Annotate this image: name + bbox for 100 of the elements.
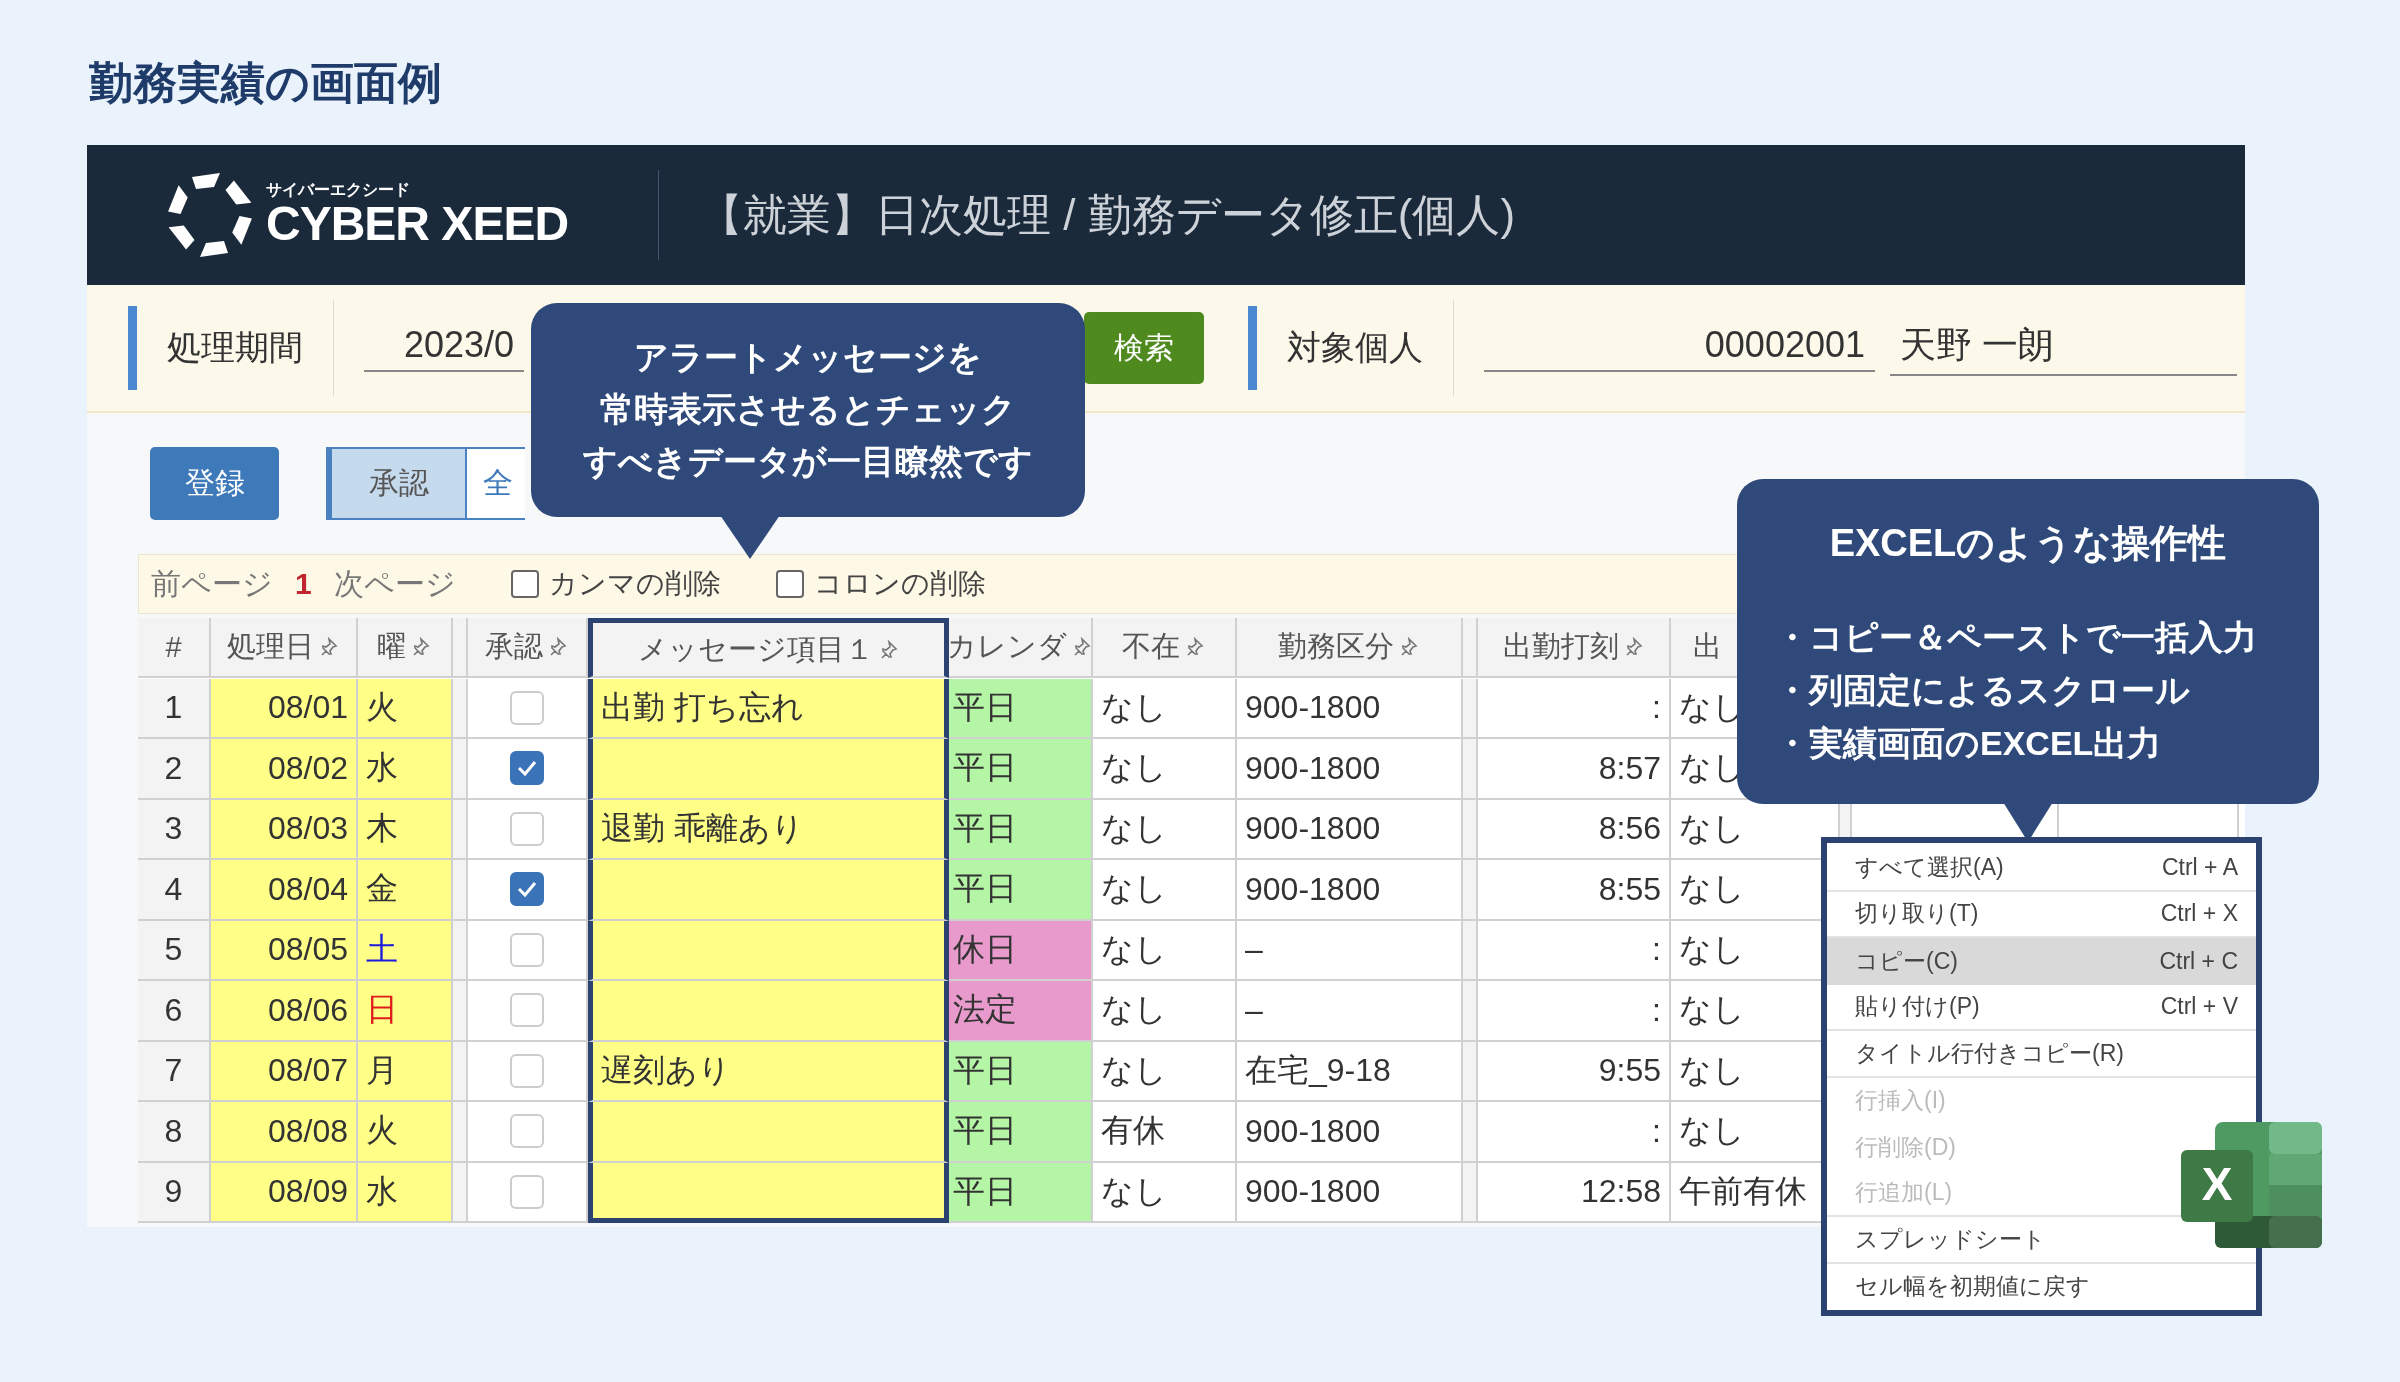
employee-id-field[interactable]: 00002001 xyxy=(1484,324,1875,372)
tab[interactable]: 承認 xyxy=(332,449,467,518)
table-cell: 08/05 xyxy=(211,920,358,981)
menu-item[interactable]: すべて選択(A) Ctrl + A xyxy=(1827,845,2256,890)
table-cell: 8 xyxy=(138,1102,211,1163)
table-cell: 4 xyxy=(138,860,211,921)
table-cell: 9:55 xyxy=(1478,1041,1671,1102)
table-cell: 9 xyxy=(138,1162,211,1223)
table-cell: 08/07 xyxy=(211,1041,358,1102)
menu-item: 行削除(D) xyxy=(1854,1132,1957,1162)
checkbox[interactable] xyxy=(775,570,804,598)
search-button[interactable]: 検索 xyxy=(1084,312,1204,384)
period-field[interactable]: 2023/0 xyxy=(364,324,524,372)
table-cell: 法定 xyxy=(949,981,1093,1042)
header-label: 出勤打刻 xyxy=(1502,629,1619,664)
table-cell: 5 xyxy=(138,920,211,981)
table-cell: 休日 xyxy=(949,920,1093,981)
table-cell: 3 xyxy=(138,799,211,860)
employee-name-field[interactable]: 天野 一朗 xyxy=(1890,320,2237,376)
table-cell: 08/01 xyxy=(211,678,358,739)
table-cell: 1 xyxy=(138,678,211,739)
callout-text: ・コピー＆ペーストで一括入力 xyxy=(1775,617,2258,658)
table-cell: 6 xyxy=(138,981,211,1042)
table-cell: 08/06 xyxy=(211,981,358,1042)
table-cell: 在宅_9-18 xyxy=(1237,1041,1463,1102)
table-cell: : xyxy=(1478,981,1671,1042)
checkbox-label: カンマの削除 xyxy=(548,567,721,601)
header-label: 承認 xyxy=(485,629,543,664)
weekday-label: 月 xyxy=(366,1050,398,1090)
header-label: 処理日 xyxy=(227,629,314,664)
table-cell: 8:55 xyxy=(1478,860,1671,921)
table-cell: 900-1800 xyxy=(1237,1162,1463,1223)
logo-kana: サイバーエクシード xyxy=(266,181,411,199)
menu-item[interactable]: コピー(C) Ctrl + C xyxy=(1827,938,2256,985)
table-cell: 08/09 xyxy=(211,1162,358,1223)
table-cell: 08/03 xyxy=(211,799,358,860)
table-cell: 900-1800 xyxy=(1237,739,1463,800)
table-cell: 900-1800 xyxy=(1237,678,1463,739)
checkbox-label: コロンの削除 xyxy=(813,567,986,601)
table-cell: 900-1800 xyxy=(1237,1102,1463,1163)
weekday-label: 日 xyxy=(366,990,398,1030)
table-cell: なし xyxy=(1093,981,1237,1042)
table-cell: なし xyxy=(1093,799,1237,860)
table-cell: 7 xyxy=(138,1041,211,1102)
table-cell: 退勤 乖離あり xyxy=(588,799,949,860)
table-cell: 遅刻あり xyxy=(588,1041,949,1102)
callout-title: EXCELのような操作性 xyxy=(1828,521,2228,566)
header-label: 出 xyxy=(1693,629,1722,664)
table-cell: 平日 xyxy=(949,739,1093,800)
table-cell: 08/02 xyxy=(211,739,358,800)
logo-wordmark: CYBER XEED xyxy=(266,199,569,249)
checkbox[interactable] xyxy=(510,751,544,786)
table-cell: 平日 xyxy=(949,1041,1093,1102)
field-label: 対象個人 xyxy=(1287,327,1423,368)
shortcut-label: Ctrl + X xyxy=(2160,900,2238,928)
weekday-label: 土 xyxy=(366,929,398,969)
menu-item[interactable]: セル幅を初期値に戻す xyxy=(1827,1263,2108,1310)
tab[interactable]: 全 xyxy=(467,449,525,518)
table-cell: 900-1800 xyxy=(1237,799,1463,860)
shortcut-label: Ctrl + C xyxy=(2159,947,2238,975)
shortcut-label: Ctrl + V xyxy=(2160,993,2238,1021)
table-cell: : xyxy=(1478,1102,1671,1163)
table-cell: : xyxy=(1478,678,1671,739)
table-cell: なし xyxy=(1093,739,1237,800)
table-cell: – xyxy=(1237,981,1463,1042)
menu-item: 行挿入(I) xyxy=(1854,1086,1947,1116)
table-cell: 900-1800 xyxy=(1237,860,1463,921)
table-cell: なし xyxy=(1093,860,1237,921)
checkbox[interactable] xyxy=(510,570,539,598)
checkbox[interactable] xyxy=(510,872,544,907)
previous-page-link[interactable]: 前ページ xyxy=(151,563,273,605)
table-cell: 平日 xyxy=(949,678,1093,739)
table-cell: 平日 xyxy=(949,1162,1093,1223)
table-cell: 平日 xyxy=(949,1102,1093,1163)
table-cell: 平日 xyxy=(949,799,1093,860)
header-label: メッセージ項目１ xyxy=(637,631,874,667)
menu-item[interactable]: 貼り付け(P) Ctrl + V xyxy=(1827,984,2256,1029)
menu-item: 行追加(L) xyxy=(1854,1178,1954,1208)
table-cell: なし xyxy=(1093,1162,1237,1223)
weekday-label: 木 xyxy=(366,808,398,848)
header-label: # xyxy=(165,630,182,664)
field-label: 処理期間 xyxy=(167,327,303,368)
table-cell: 平日 xyxy=(949,860,1093,921)
screen-title: 【就業】日次処理 / 勤務データ修正(個人) xyxy=(699,188,1516,241)
table-cell: 08/08 xyxy=(211,1102,358,1163)
table-cell: 8:57 xyxy=(1478,739,1671,800)
weekday-label: 金 xyxy=(366,869,398,909)
weekday-label: 水 xyxy=(366,748,398,788)
page-title: 勤務実績の画面例 xyxy=(89,57,442,109)
next-page-link[interactable]: 次ページ xyxy=(333,563,456,605)
callout-text: 常時表示させるとチェック xyxy=(599,389,1017,430)
table-cell: 8:56 xyxy=(1478,799,1671,860)
table-cell: なし xyxy=(1093,920,1237,981)
weekday-label: 水 xyxy=(366,1171,398,1211)
table-cell: なし xyxy=(1093,1041,1237,1102)
page-number: 1 xyxy=(295,567,312,601)
menu-item[interactable]: 切り取り(T) Ctrl + X xyxy=(1827,891,2256,936)
header-label: カレンダ xyxy=(947,629,1067,664)
table-cell: – xyxy=(1237,920,1463,981)
register-button[interactable]: 登録 xyxy=(150,447,279,520)
